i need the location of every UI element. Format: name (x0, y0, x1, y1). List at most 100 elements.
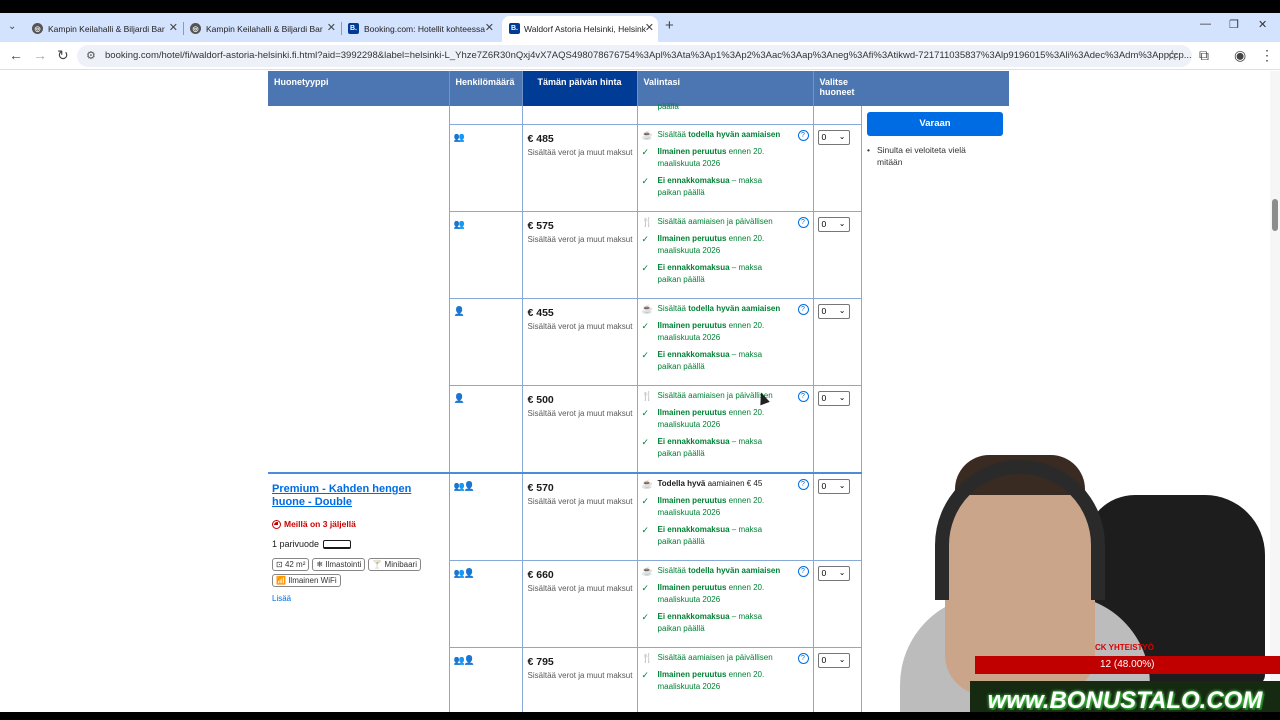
prepay-bold: Ei ennakkomaksua (657, 436, 730, 446)
coffee-cup-icon: ☕ (641, 479, 653, 489)
header-choices: Valintasi (637, 71, 814, 106)
help-icon[interactable]: ? (797, 390, 809, 402)
room-cell-previous (268, 106, 450, 473)
more-link[interactable]: Lisää (272, 594, 445, 603)
select-cell: 0 ⌄ (813, 472, 862, 561)
checkmark-icon: ✓ (641, 582, 650, 593)
prepay-bold: Ei ennakkomaksua (657, 349, 730, 359)
qty-value: 0 (821, 131, 827, 142)
forward-icon[interactable]: → (33, 47, 47, 63)
persons-icon: 👥👤 (453, 481, 475, 491)
url-field[interactable]: ⚙ booking.com/hotel/fi/waldorf-astoria-h… (77, 45, 1192, 67)
help-icon[interactable]: ? (797, 479, 809, 490)
checkmark-icon: ✓ (641, 146, 650, 157)
minimize-icon[interactable]: — (1200, 18, 1211, 30)
meal-prefix: Sisältää (657, 303, 686, 313)
double-bed-icon (323, 539, 352, 549)
room-name-link[interactable]: Premium - Kahden hengen huone - Double (272, 483, 445, 509)
help-icon[interactable]: ? (797, 129, 809, 141)
booking-favicon-icon: B. (509, 23, 520, 34)
help-icon[interactable]: ? (797, 652, 809, 664)
room-quantity-select[interactable]: 0 ⌄ (817, 216, 850, 232)
tab-divider (341, 22, 342, 35)
meal-bold: todella hyvän aamiaisen (688, 303, 781, 313)
tab-4-active[interactable]: B. Waldorf Astoria Helsinki, Helsink ✕ (502, 16, 658, 42)
fork-knife-icon: 🍴 (641, 216, 653, 227)
extensions-icon[interactable]: ⧉ (1199, 47, 1209, 63)
choices-cell: ☕ Todella hyvä aamiainen € 45 ✓ Ilmainen p… (637, 472, 814, 561)
price: € 455 (527, 306, 554, 319)
facility-wifi: 📶 Ilmainen WiFi (272, 574, 341, 587)
persons-icon: 👥 (453, 131, 465, 142)
facility-ac-text: Ilmastointi (325, 560, 362, 569)
tab-3[interactable]: B. Booking.com: Hotellit kohteessa ✕ (348, 16, 498, 42)
room-quantity-select[interactable]: 0 ⌄ (817, 129, 850, 145)
site-info-icon[interactable]: ⚙ (86, 49, 96, 62)
tab-2[interactable]: ◎ Kampin Keilahalli & Biljardi Bar ✕ (190, 16, 340, 42)
persons-icon: 👤 (453, 305, 465, 316)
coffee-cup-icon: ☕ (641, 303, 653, 314)
checkmark-icon: ✓ (641, 407, 650, 418)
clock-icon (272, 519, 281, 529)
close-icon[interactable]: ✕ (645, 21, 654, 35)
coffee-cup-icon: ☕ (641, 565, 653, 576)
persons-cell: 👥👤 (449, 647, 523, 720)
close-icon[interactable]: ✕ (169, 21, 178, 35)
new-tab-icon[interactable]: + (665, 18, 674, 34)
help-icon[interactable]: ? (797, 565, 809, 577)
cancel-bold: Ilmainen peruutus (657, 146, 727, 156)
bookmark-star-icon[interactable]: ☆ (1166, 47, 1179, 63)
reload-icon[interactable]: ↻ (57, 47, 69, 63)
bottom-letterbox (0, 712, 1280, 720)
room-quantity-select[interactable]: 0 ⌄ (817, 479, 850, 494)
cell-select-partial (813, 106, 862, 125)
room-quantity-select[interactable]: 0 ⌄ (817, 565, 850, 581)
header-persons: Henkilömäärä (449, 71, 523, 106)
back-icon[interactable]: ← (9, 47, 23, 63)
close-icon[interactable]: ✕ (327, 21, 336, 35)
tab-4-title: Waldorf Astoria Helsinki, Helsink (524, 24, 647, 34)
room-quantity-select[interactable]: 0 ⌄ (817, 652, 850, 668)
select-cell: 0 ⌄ (813, 124, 862, 212)
select-cell: 0 ⌄ (813, 647, 862, 720)
meal-prefix: Sisältää (657, 129, 686, 139)
header-select-rooms: Valitse huoneet (813, 71, 862, 106)
meal-prefix: Sisältää (657, 565, 686, 575)
meal-prefix: Sisältää aamiaisen ja päivällisen (657, 652, 773, 662)
cell-persons-partial (449, 106, 523, 125)
help-icon[interactable]: ? (797, 303, 809, 315)
scrollbar-thumb[interactable] (1272, 199, 1278, 231)
choices-cell: 🍴 Sisältää aamiaisen ja päivällisen ✓ Ilma… (637, 211, 814, 299)
close-window-icon[interactable]: ✕ (1258, 18, 1267, 31)
tab-search-icon[interactable]: ⌄ (8, 19, 16, 35)
select-cell: 0 ⌄ (813, 560, 862, 648)
choices-cell: ☕ Sisältää todella hyvän aamiaisen ✓ Ilmai… (637, 298, 814, 386)
room-quantity-select[interactable]: 0 ⌄ (817, 303, 850, 319)
tab-1[interactable]: ◎ Kampin Keilahalli & Biljardi Bar ✕ (32, 16, 182, 42)
prepay-bold: Ei ennakkomaksua (657, 262, 730, 272)
select-cell: 0 ⌄ (813, 385, 862, 474)
choices-cell: ☕ Sisältää todella hyvän aamiaisen ✓ Ilmai… (637, 560, 814, 648)
room-quantity-select[interactable]: 0 ⌄ (817, 390, 850, 406)
header-room-type: Huonetyyppi (268, 71, 450, 106)
tab-strip: ⌄ ◎ Kampin Keilahalli & Biljardi Bar ✕ ◎… (0, 13, 1280, 42)
close-icon[interactable]: ✕ (485, 21, 494, 35)
maximize-icon[interactable]: ❐ (1229, 18, 1239, 31)
persons-icon: 👥👤 (453, 567, 475, 578)
cancel-bold: Ilmainen peruutus (657, 582, 727, 592)
price-cell: € 575 Sisältää verot ja muut maksut (522, 211, 638, 299)
facility-size: ⊡ 42 m² (272, 558, 310, 571)
meal-bold: todella hyvän aamiaisen (688, 129, 781, 139)
taxes-note: Sisältää verot ja muut maksut (527, 583, 633, 593)
price: € 500 (527, 393, 554, 406)
help-icon[interactable]: ? (797, 216, 809, 228)
persons-cell: 👤 (449, 385, 523, 474)
reserve-button[interactable]: Varaan (867, 112, 1003, 136)
persons-cell: 👥 (449, 211, 523, 299)
facility-list: ⊡ 42 m² ❄ Ilmastointi 🍸 Minibaari 📶 Ilma… (272, 558, 445, 587)
profile-icon[interactable]: ◉ (1234, 47, 1246, 63)
promo-progress-bar: 12 (48.00%) (975, 656, 1280, 674)
menu-kebab-icon[interactable]: ⋮ (1260, 47, 1274, 63)
globe-icon: ◎ (190, 23, 201, 34)
cancel-bold: Ilmainen peruutus (657, 320, 727, 330)
